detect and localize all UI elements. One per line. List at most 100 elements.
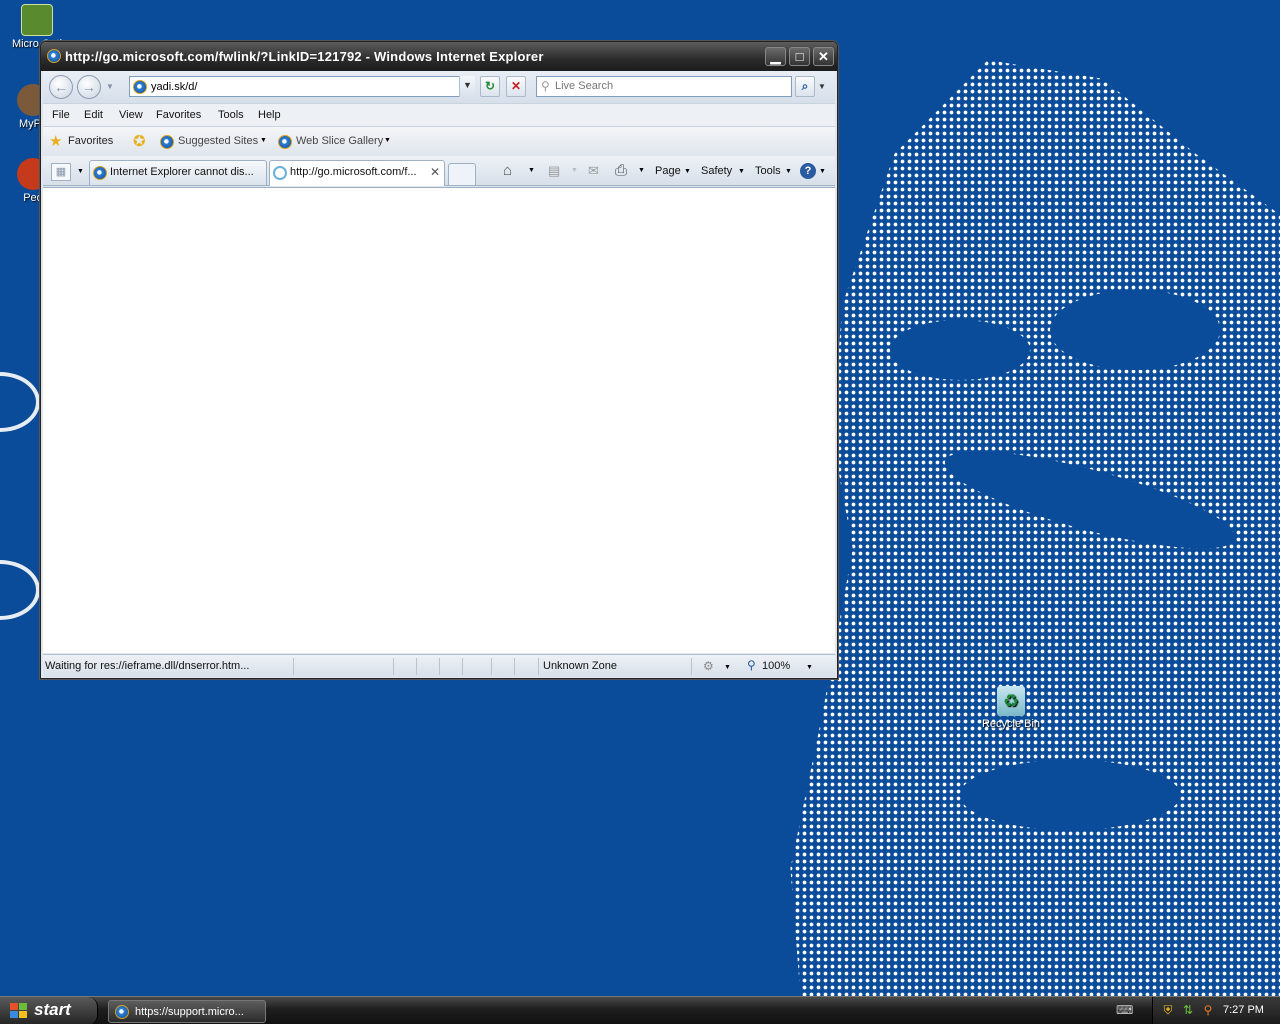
taskbar: start https://support.micro... ⌨ ⛨ ⇅ ⚲ 7… <box>0 996 1280 1024</box>
help-icon[interactable]: ? <box>800 163 816 179</box>
web-slice-gallery-icon <box>278 135 292 149</box>
tools-menu[interactable]: Tools <box>755 165 781 177</box>
recent-pages-dropdown-icon[interactable]: ▼ <box>106 82 114 91</box>
security-shield-icon[interactable]: ⛨ <box>1161 1003 1175 1017</box>
favorites-star-icon: ★ <box>49 133 63 150</box>
zoom-dropdown-icon[interactable]: ▼ <box>806 664 813 671</box>
loading-icon <box>273 166 287 180</box>
suggested-sites-link[interactable]: Suggested Sites <box>178 135 258 147</box>
search-field-icon: ⚲ <box>541 79 550 93</box>
status-divider <box>514 658 515 675</box>
desktop-icon-label: Recycle Bin <box>981 718 1041 730</box>
navigation-bar: ← → ▼ ▼ ↻ ✕ ⚲ ⌕ ▼ <box>43 71 835 103</box>
status-divider <box>491 658 492 675</box>
network-icon[interactable]: ⇅ <box>1181 1003 1195 1017</box>
status-divider <box>293 658 294 675</box>
recycle-bin-icon: ♻ <box>997 686 1025 716</box>
wallpaper-shadow <box>1050 290 1220 370</box>
tab-label: Internet Explorer cannot dis... <box>110 166 254 178</box>
tab-ie-cannot-display[interactable]: Internet Explorer cannot dis... <box>89 160 267 185</box>
search-input[interactable] <box>555 80 785 92</box>
window-title: http://go.microsoft.com/fwlink/?LinkID=1… <box>65 49 544 64</box>
taskbar-item-label: https://support.micro... <box>135 1006 244 1018</box>
protected-mode-dropdown-icon[interactable]: ▼ <box>724 664 731 671</box>
page-menu[interactable]: Page <box>655 165 681 177</box>
page-icon <box>133 80 147 94</box>
feeds-dropdown-icon[interactable]: ▼ <box>571 167 578 174</box>
suggested-sites-icon <box>160 135 174 149</box>
home-dropdown-icon[interactable]: ▼ <box>528 167 535 174</box>
start-button[interactable]: start <box>0 997 98 1024</box>
taskbar-item-ie[interactable]: https://support.micro... <box>108 1000 266 1023</box>
menu-favorites[interactable]: Favorites <box>156 109 201 121</box>
feeds-icon[interactable]: ▤ <box>548 163 560 179</box>
menu-file[interactable]: File <box>52 109 70 121</box>
ie-icon <box>47 49 61 63</box>
start-label: start <box>34 1000 71 1019</box>
address-bar[interactable] <box>129 76 475 97</box>
wallpaper-shadow <box>960 760 1180 830</box>
menu-help[interactable]: Help <box>258 109 281 121</box>
search-button[interactable]: ⌕ <box>795 76 815 97</box>
security-zone[interactable]: Unknown Zone <box>543 660 617 672</box>
close-tab-icon[interactable]: ✕ <box>430 165 440 179</box>
chevron-down-icon[interactable]: ▼ <box>260 137 267 144</box>
outlook-icon <box>21 4 53 36</box>
wallpaper-shadow <box>890 320 1030 380</box>
status-divider <box>462 658 463 675</box>
status-bar: Waiting for res://ieframe.dll/dnserror.h… <box>43 654 835 677</box>
status-divider <box>393 658 394 675</box>
status-text: Waiting for res://ieframe.dll/dnserror.h… <box>45 660 250 672</box>
status-divider <box>439 658 440 675</box>
favorites-bar: ★ Favorites ✪ Suggested Sites ▼ Web Slic… <box>43 127 835 156</box>
clock[interactable]: 7:27 PM <box>1223 1004 1264 1016</box>
menu-edit[interactable]: Edit <box>84 109 103 121</box>
mail-icon[interactable]: ✉ <box>588 163 599 179</box>
address-input[interactable] <box>151 79 451 94</box>
refresh-button[interactable]: ↻ <box>480 76 500 97</box>
zoom-icon: ⚲ <box>747 658 756 672</box>
chevron-down-icon[interactable]: ▼ <box>384 137 391 144</box>
menu-view[interactable]: View <box>119 109 143 121</box>
keyboard-icon[interactable]: ⌨ <box>1116 1003 1133 1017</box>
chevron-down-icon[interactable]: ▼ <box>785 168 792 175</box>
tab-list-dropdown-icon[interactable]: ▼ <box>77 168 84 175</box>
quick-tabs-icon[interactable]: ▦ <box>51 163 71 181</box>
safety-menu[interactable]: Safety <box>701 165 732 177</box>
print-icon[interactable]: ⎙ <box>615 162 627 179</box>
protected-mode-icon[interactable]: ⚙ <box>703 659 714 673</box>
tab-row: ▦ ▼ Internet Explorer cannot dis... http… <box>43 156 835 186</box>
wallpaper-swirl <box>0 560 40 620</box>
chevron-down-icon[interactable]: ▼ <box>684 168 691 175</box>
title-bar[interactable]: http://go.microsoft.com/fwlink/?LinkID=1… <box>41 42 837 71</box>
chevron-down-icon[interactable]: ▼ <box>738 168 745 175</box>
print-dropdown-icon[interactable]: ▼ <box>638 167 645 174</box>
menu-tools[interactable]: Tools <box>218 109 244 121</box>
tab-go-microsoft[interactable]: http://go.microsoft.com/f... ✕ <box>269 160 445 186</box>
stop-button[interactable]: ✕ <box>506 76 526 97</box>
maximize-button[interactable]: □ <box>789 47 810 66</box>
help-dropdown-icon[interactable]: ▼ <box>819 168 826 175</box>
address-dropdown-button[interactable]: ▼ <box>459 76 475 97</box>
add-to-favorites-icon[interactable]: ✪ <box>133 132 146 150</box>
tab-page-icon <box>93 166 107 180</box>
zoom-level[interactable]: 100% <box>762 660 790 672</box>
web-slice-gallery-link[interactable]: Web Slice Gallery <box>296 135 383 147</box>
tab-label: http://go.microsoft.com/f... <box>290 166 417 178</box>
forward-button[interactable]: → <box>77 75 101 99</box>
minimize-button[interactable]: ▁ <box>765 47 786 66</box>
windows-flag-icon <box>10 1003 28 1019</box>
close-button[interactable]: ✕ <box>813 47 834 66</box>
search-icon[interactable]: ⚲ <box>1201 1003 1215 1017</box>
status-divider <box>416 658 417 675</box>
favorites-button[interactable]: Favorites <box>68 135 113 147</box>
back-button[interactable]: ← <box>49 75 73 99</box>
search-options-dropdown-icon[interactable]: ▼ <box>818 82 826 91</box>
page-content[interactable] <box>43 187 835 653</box>
desktop-icon-recycle-bin[interactable]: ♻ Recycle Bin <box>976 686 1046 730</box>
search-box[interactable]: ⚲ <box>536 76 792 97</box>
new-tab-button[interactable] <box>448 163 476 185</box>
status-divider <box>691 658 692 675</box>
home-icon[interactable]: ⌂ <box>503 162 512 179</box>
ie-window: http://go.microsoft.com/fwlink/?LinkID=1… <box>40 41 838 679</box>
